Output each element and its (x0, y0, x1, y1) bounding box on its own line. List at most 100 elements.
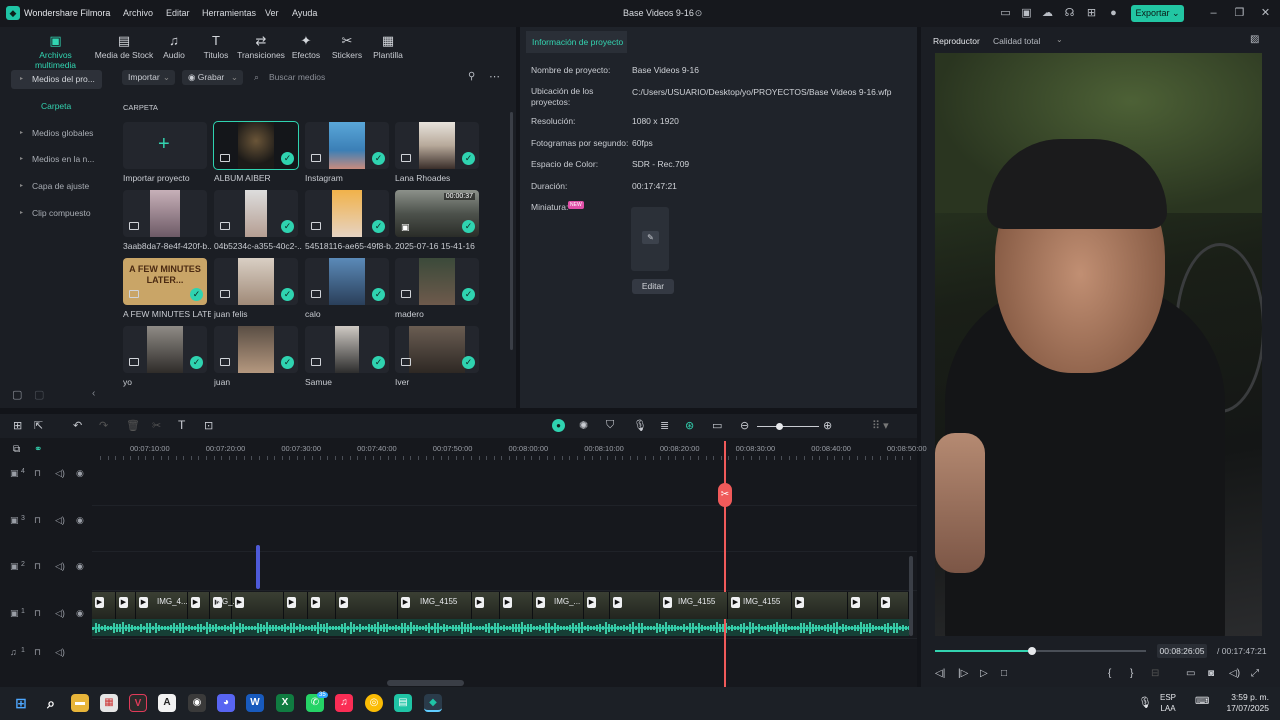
network-icon[interactable]: ⌨ (1195, 696, 1209, 707)
sidebar-folder[interactable]: Carpeta (41, 101, 71, 111)
speaker-icon[interactable]: ◁) (55, 647, 65, 658)
cut-icon[interactable]: ✂ (152, 419, 161, 432)
minimize-icon[interactable]: – (1207, 7, 1220, 20)
clock[interactable]: 3:59 p. m. 17/07/2025 (1223, 692, 1269, 714)
split-view-icon[interactable]: ⊟ (1151, 668, 1159, 679)
timeline-scrollbar[interactable] (387, 680, 464, 686)
speaker-icon[interactable]: ◁) (55, 468, 65, 479)
search-icon[interactable]: ⌕ (42, 694, 60, 712)
media-item-juan[interactable]: ✓ (214, 326, 298, 373)
eye-icon[interactable]: ◉ (76, 515, 84, 526)
export-button[interactable]: Exportar ⌄ (1131, 5, 1184, 22)
delete-icon[interactable]: 🗑 (126, 419, 140, 432)
lock-icon[interactable]: ⊓ (34, 468, 41, 479)
filmora-taskbar-icon[interactable]: ◆ (424, 694, 442, 712)
speaker-icon[interactable]: ◁) (55, 515, 65, 526)
eye-icon[interactable]: ◉ (76, 468, 84, 479)
current-time[interactable]: 00:08:26:05 (1157, 644, 1207, 658)
clip-marker[interactable] (256, 545, 260, 589)
app-icon-5[interactable]: ▤ (394, 694, 412, 712)
thumbnail-box[interactable]: ✎ (631, 207, 669, 271)
word-icon[interactable]: W (246, 694, 264, 712)
new-folder-icon[interactable]: ▢ (12, 388, 22, 401)
import-button[interactable]: Importar ⌄ (122, 70, 175, 85)
filter-icon[interactable]: ⚲ (468, 71, 475, 82)
media-item-3aab8da7[interactable] (123, 190, 207, 237)
chrome-icon[interactable]: ◎ (365, 694, 383, 712)
media-item-juan-felis[interactable]: ✓ (214, 258, 298, 305)
lock-icon[interactable]: ⊓ (34, 647, 41, 658)
edit-button[interactable]: Editar (632, 279, 674, 294)
playhead-scissors-icon[interactable]: ✂ (718, 483, 732, 507)
app-icon-4[interactable]: ◉ (188, 694, 206, 712)
tool-archivos-multimedia[interactable]: ▣ Archivos multimedia (18, 34, 93, 71)
menu-ayuda[interactable]: Ayuda (292, 8, 317, 18)
media-item-04b5234c[interactable]: ✓ (214, 190, 298, 237)
search-input[interactable]: Buscar medios (269, 72, 325, 82)
media-item-album-aiber[interactable]: ✓ (213, 121, 299, 170)
menu-editar[interactable]: Editar (166, 8, 190, 18)
auto-icon[interactable]: ✺ (579, 419, 588, 432)
fullscreen-icon[interactable]: ⤢ (1251, 668, 1259, 679)
mic-tray-icon[interactable]: 🎙 (1138, 696, 1152, 709)
audio-link-icon[interactable]: ⊡ (204, 419, 213, 432)
speaker-icon[interactable]: ◁) (55, 608, 65, 619)
menu-herramientas[interactable]: Herramientas (202, 8, 256, 18)
import-project-tile[interactable]: + (123, 122, 207, 169)
lock-icon[interactable]: ⊓ (34, 561, 41, 572)
zoom-out-icon[interactable]: ⊖ (740, 419, 749, 432)
volume-icon[interactable]: ◁) (1229, 668, 1240, 679)
mark-out-icon[interactable]: } (1130, 668, 1133, 679)
chevron-down-icon[interactable]: ⌄ (1056, 35, 1063, 44)
media-item-samue[interactable]: ✓ (305, 326, 389, 373)
app-icon-3[interactable]: A (158, 694, 176, 712)
camera-icon[interactable]: ◙ (1208, 668, 1214, 679)
cloud-icon[interactable]: ☁ (1041, 7, 1054, 20)
menu-ver[interactable]: Ver (265, 8, 279, 18)
shield-icon[interactable]: ⛉ (606, 419, 614, 432)
play-icon[interactable]: ▷ (980, 668, 988, 679)
snap-icon[interactable]: ● (552, 419, 565, 432)
magnet-icon[interactable]: ⊛ (685, 419, 694, 432)
discord-icon[interactable]: ◕ (217, 694, 235, 712)
snapshot-icon[interactable]: ▨ (1250, 34, 1259, 45)
timeline-vscrollbar[interactable] (909, 556, 913, 636)
file-explorer-icon[interactable]: ▬ (71, 694, 89, 712)
subtitle-icon[interactable]: ▭ (712, 419, 722, 432)
media-item-instagram[interactable]: ✓ (305, 122, 389, 169)
speaker-icon[interactable]: ◁) (55, 561, 65, 572)
media-item-lana-rhoades[interactable]: ✓ (395, 122, 479, 169)
add-track-icon[interactable]: ⧉ (13, 444, 20, 455)
stop-icon[interactable]: □ (1001, 668, 1007, 679)
app-icon-1[interactable]: ▦ (100, 694, 118, 712)
more-icon[interactable]: ⋯ (489, 70, 500, 83)
media-item-calo[interactable]: ✓ (305, 258, 389, 305)
zoom-in-icon[interactable]: ⊕ (823, 419, 832, 432)
quality-select[interactable]: Calidad total (993, 36, 1040, 46)
media-scrollbar[interactable] (510, 112, 513, 350)
sidebar-item-medios-en-la-nube[interactable]: Medios en la n... (11, 150, 102, 169)
prev-frame-icon[interactable]: ◁| (935, 668, 945, 679)
excel-icon[interactable]: X (276, 694, 294, 712)
windows-start-icon[interactable]: ⊞ (12, 694, 30, 712)
lock-icon[interactable]: ⊓ (34, 515, 41, 526)
undo-icon[interactable]: ↶ (73, 419, 82, 432)
app-icon-2[interactable]: V (129, 694, 147, 712)
media-item-a-few-minutes-later[interactable]: A FEW MINUTES LATER... ✓ (123, 258, 207, 305)
avatar[interactable]: ● (1107, 7, 1120, 20)
sidebar-item-capa-de-ajuste[interactable]: Capa de ajuste (11, 177, 102, 196)
menu-archivo[interactable]: Archivo (123, 8, 153, 18)
tool-plantilla[interactable]: ▦ Plantilla (358, 34, 418, 61)
list-icon[interactable]: ≣ (660, 419, 669, 432)
media-item-2025-07-16[interactable]: 00:00:37 ▣ ✓ (395, 190, 479, 237)
record-button[interactable]: ◉ Grabar ⌄ (182, 70, 243, 85)
display-icon[interactable]: ▭ (1186, 668, 1195, 679)
tab-player[interactable]: Reproductor (933, 36, 980, 46)
music-app-icon[interactable]: ♫ (335, 694, 353, 712)
layout-icon[interactable]: ▭ (999, 7, 1012, 20)
sidebar-item-medios-del-proyecto[interactable]: Medios del pro... (11, 70, 102, 89)
video-preview[interactable] (935, 53, 1262, 636)
project-status-icon[interactable]: ⊙ (692, 7, 705, 20)
eye-icon[interactable]: ◉ (76, 561, 84, 572)
media-item-madero[interactable]: ✓ (395, 258, 479, 305)
